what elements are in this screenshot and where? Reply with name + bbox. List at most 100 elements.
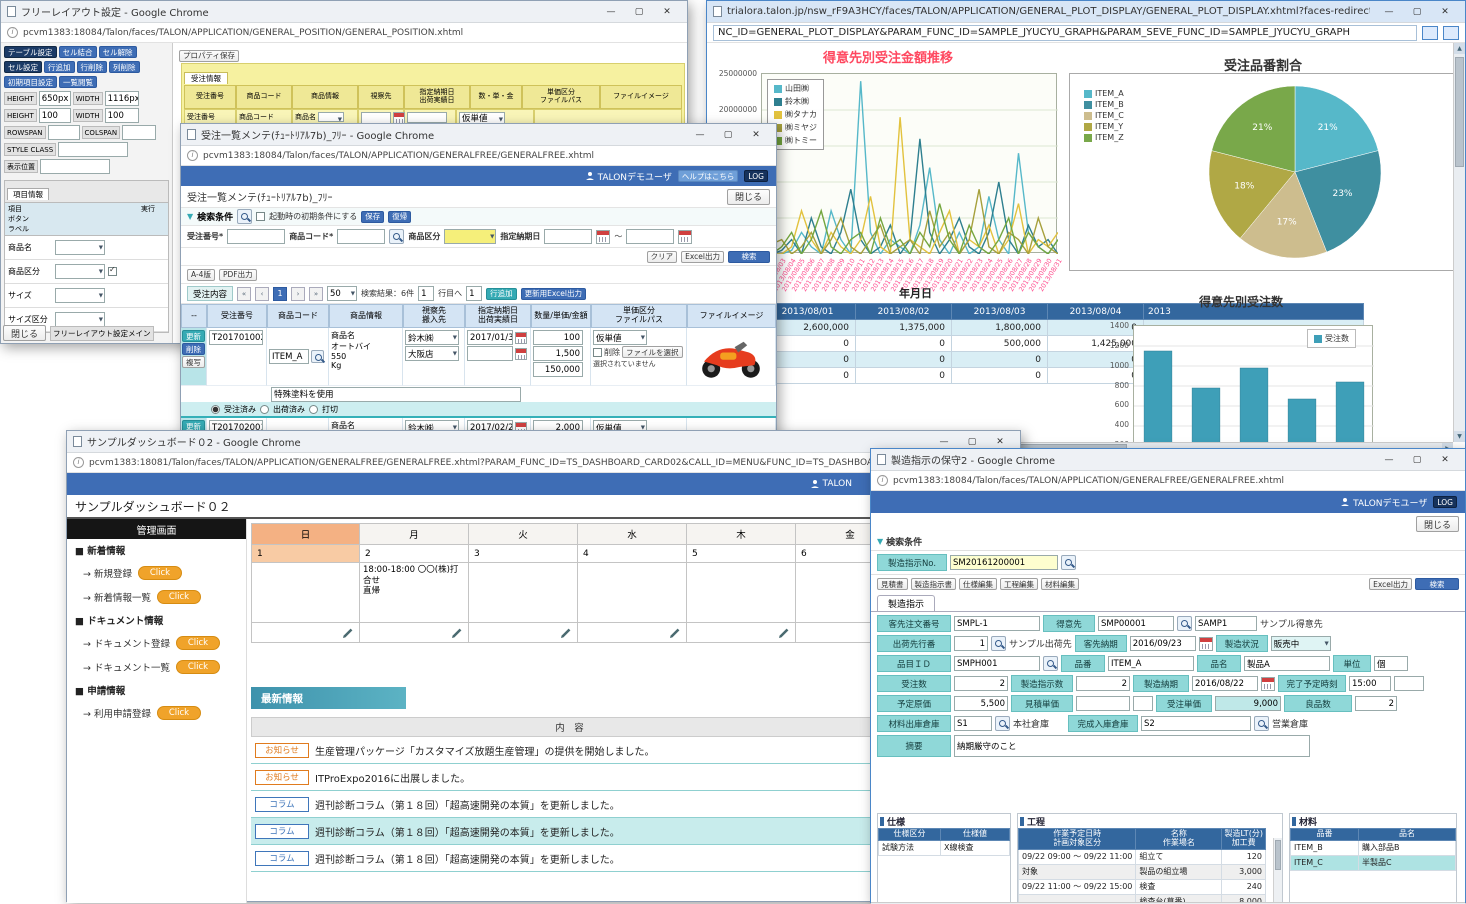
width2-input[interactable]: 100 (105, 108, 139, 123)
qty-input[interactable] (407, 112, 447, 123)
display-pos-input[interactable] (40, 159, 110, 174)
close-page-button[interactable]: 閉じる (1416, 516, 1459, 532)
instruction-no-input[interactable]: SM20161200001 (950, 555, 1058, 570)
delete-row-button[interactable]: 行削除 (77, 61, 108, 73)
item-select[interactable] (55, 240, 105, 255)
process-scrollbar[interactable] (1273, 838, 1282, 904)
maximize-button[interactable]: ▢ (1403, 7, 1431, 17)
tab-item-info[interactable]: 項目情報 (7, 188, 49, 200)
maximize-button[interactable]: ▢ (625, 7, 653, 17)
save-condition-button[interactable]: 保存 (361, 211, 384, 223)
quote-button[interactable]: 見積書 (877, 578, 908, 590)
date-cell[interactable]: 2 (360, 545, 469, 563)
log-button[interactable]: LOG (1433, 496, 1457, 508)
close-page-button[interactable]: 閉じる (3, 325, 46, 341)
tab-manufacturing-instruction[interactable]: 製造指示 (877, 595, 935, 611)
list-view-button[interactable]: 一覧閲覧 (59, 76, 97, 88)
a4-button[interactable]: A-4版 (187, 269, 215, 281)
price-input[interactable]: 1,500 (533, 346, 583, 361)
panel-icon[interactable] (1443, 26, 1459, 40)
calendar-icon[interactable] (515, 348, 527, 360)
amount-input[interactable]: 150,000 (533, 362, 583, 377)
qty-input[interactable]: 100 (533, 330, 583, 345)
event-cell[interactable]: 18:00-18:00 〇〇(株)打合せ 直帰 (360, 563, 469, 623)
file-select-button[interactable]: ファイルを選択 (622, 346, 683, 358)
info-icon[interactable]: i (7, 27, 18, 38)
status-select[interactable]: 販売中 (1271, 636, 1331, 651)
info-icon[interactable]: i (877, 475, 888, 486)
update-button[interactable]: 更新 (182, 330, 205, 342)
item-code-search-input[interactable] (337, 229, 385, 244)
cell-config-button[interactable]: セル設定 (4, 61, 42, 73)
ship-date-input[interactable] (467, 346, 513, 361)
first-page-button[interactable]: « (237, 287, 251, 301)
panel-icon[interactable] (1422, 26, 1438, 40)
delete-checkbox[interactable] (593, 348, 602, 357)
tab-order-info[interactable]: 受注情報 (184, 72, 228, 84)
click-button[interactable]: Click (157, 590, 201, 604)
customer-code2-input[interactable]: SAMP1 (1195, 616, 1257, 631)
close-button[interactable]: ✕ (1431, 455, 1459, 465)
process-edit-button[interactable]: 工程編集 (1000, 578, 1038, 590)
title-bar[interactable]: trialora.talon.jp/nsw_rF9A3HCY/faces/TAL… (707, 1, 1465, 23)
search-icon[interactable] (237, 209, 252, 224)
add-row-button[interactable]: 行追加 (44, 61, 75, 73)
date-cell[interactable]: 1 (251, 545, 360, 563)
width-input[interactable]: 1116px (105, 91, 139, 106)
sidebar-item-news-list[interactable]: → 新着情報一覧Click (67, 585, 246, 609)
calendar-icon[interactable] (1199, 637, 1213, 651)
item-name-input[interactable]: 製品A (1244, 656, 1330, 671)
search-icon[interactable] (1177, 616, 1192, 631)
vertical-scrollbar[interactable]: ▲▼ (1453, 43, 1465, 442)
next-page-button[interactable]: › (291, 287, 305, 301)
close-button[interactable]: ✕ (986, 437, 1014, 447)
add-count-input[interactable]: 1 (466, 286, 482, 301)
height2-input[interactable]: 100 (39, 108, 71, 123)
sidebar-item-doc-entry[interactable]: → ドキュメント登録Click (67, 631, 246, 655)
url-bar[interactable]: NC_ID=GENERAL_PLOT_DISPLAY&PARAM_FUNC_ID… (707, 23, 1465, 43)
excel-export-button[interactable]: Excel出力 (681, 251, 724, 263)
close-button[interactable]: ✕ (742, 130, 770, 140)
due-date-to-input[interactable] (626, 229, 674, 244)
close-button[interactable]: ✕ (653, 7, 681, 17)
radio-shipped[interactable] (260, 405, 269, 414)
unit-type-select[interactable]: 仮単値 (593, 330, 647, 345)
edit-icon[interactable] (778, 627, 790, 639)
copy-button[interactable]: 複写 (182, 356, 205, 368)
instruction-sheet-button[interactable]: 製造指示書 (911, 578, 957, 590)
search-icon[interactable] (389, 229, 404, 244)
info-icon[interactable]: i (187, 150, 198, 161)
store-select[interactable]: 大阪店 (405, 346, 459, 361)
search-icon[interactable] (991, 636, 1006, 651)
style-class-input[interactable] (58, 142, 128, 157)
table-settings-button[interactable]: テーブル設定 (4, 46, 57, 58)
property-save-button[interactable]: プロパティ保存 (179, 50, 239, 62)
radio-cancelled[interactable] (309, 405, 318, 414)
title-bar[interactable]: フリーレイアウト設定 - Google Chrome —▢✕ (1, 1, 687, 23)
click-button[interactable]: Click (138, 566, 182, 580)
sidebar-item-doc-list[interactable]: → ドキュメント一覧Click (67, 655, 246, 679)
calendar-icon[interactable] (1261, 677, 1275, 691)
cell-merge-button[interactable]: セル結合 (59, 46, 97, 58)
cell-unmerge-button[interactable]: セル解除 (99, 46, 137, 58)
maximize-button[interactable]: ▢ (1403, 455, 1431, 465)
page-size-select[interactable]: 50 (327, 286, 357, 301)
close-page-button[interactable]: 閉じる (727, 189, 770, 205)
exec-checkbox[interactable] (108, 267, 117, 276)
delete-button[interactable]: 削除 (182, 343, 205, 355)
pdf-export-button[interactable]: PDF出力 (219, 269, 257, 281)
excel-export-button[interactable]: Excel出力 (1369, 578, 1412, 590)
url-text[interactable]: NC_ID=GENERAL_PLOT_DISPLAY&PARAM_FUNC_ID… (713, 25, 1417, 41)
close-button[interactable]: ✕ (1431, 7, 1459, 17)
radio-ordered[interactable] (211, 405, 220, 414)
customer-select[interactable]: 鈴木㈱ (405, 330, 459, 345)
click-button[interactable]: Click (176, 636, 220, 650)
plan-cost-input[interactable]: 5,500 (954, 696, 1008, 711)
date-cell[interactable]: 4 (578, 545, 687, 563)
minimize-button[interactable]: — (597, 7, 625, 17)
est-price-sub-input[interactable] (1133, 696, 1153, 711)
extra-input[interactable] (1394, 676, 1424, 691)
mfg-due-input[interactable]: 2016/08/22 (1192, 676, 1258, 691)
event-cell[interactable] (578, 563, 687, 623)
note-input[interactable]: 特殊塗料を使用 (271, 387, 521, 402)
